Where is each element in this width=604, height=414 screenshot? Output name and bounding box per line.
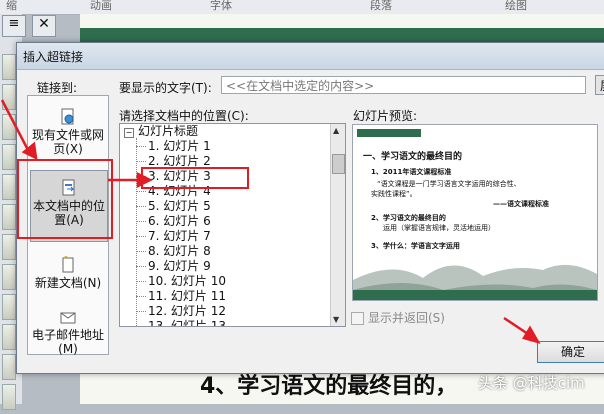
preview-line: 实践性课程”。 — [371, 190, 417, 198]
preview-line: 2、学习语文的最终目的 — [371, 214, 446, 222]
tree-item[interactable]: 8. 幻灯片 8 — [136, 244, 211, 259]
show-and-return-checkbox[interactable]: 显示并返回(S) — [351, 309, 445, 326]
place-in-document-label: 请选择文档中的位置(C): — [119, 109, 249, 123]
scroll-up-icon[interactable]: ▲ — [333, 126, 339, 135]
ribbon-fragment: 字体 — [210, 0, 232, 12]
slide-thumbnail[interactable] — [2, 234, 16, 260]
highlight-box-place — [17, 159, 113, 239]
preview-line: 1、2011年语文课程标准 — [371, 168, 452, 176]
tree-scrollbar[interactable]: ▲ ▼ — [330, 124, 345, 326]
collapse-icon[interactable]: − — [124, 128, 134, 138]
display-text-label: 要显示的文字(T): — [119, 81, 212, 95]
slide-thumbnail[interactable] — [2, 84, 16, 110]
ok-button[interactable]: 确定 — [537, 341, 604, 363]
scroll-down-icon[interactable]: ▼ — [333, 315, 339, 324]
tree-item[interactable]: 10. 幻灯片 10 — [136, 274, 226, 289]
mail-icon — [60, 312, 76, 324]
sidebar-item-existing-file[interactable]: 现有文件或网页(X) — [30, 108, 106, 156]
tree-item[interactable]: 6. 幻灯片 6 — [136, 214, 211, 229]
insert-hyperlink-dialog: 插入超链接 链接到: 现有文件或网页(X) 本文档中的位置(A) 新建文档(N)… — [16, 42, 604, 374]
preview-line: “语文课程是一门学习语言文字运用的综合性、 — [377, 180, 521, 188]
preview-line: 运用（掌握语言规律，灵活地运用） — [383, 224, 495, 232]
tree-root-label: 幻灯片标题 — [138, 124, 199, 138]
tree-root[interactable]: − 幻灯片标题 — [124, 124, 198, 139]
preview-title: 一、学习语文的最终目的 — [363, 152, 463, 162]
show-and-return-label: 显示并返回(S) — [368, 311, 445, 325]
tree-item[interactable]: 12. 幻灯片 12 — [136, 304, 226, 319]
preview-header-band — [357, 129, 421, 137]
tree-item[interactable]: 11. 幻灯片 11 — [136, 289, 226, 304]
scroll-thumb[interactable] — [332, 154, 345, 174]
slide-thumbnail[interactable] — [2, 114, 16, 140]
slide-thumbnail[interactable] — [2, 144, 16, 170]
ribbon-fragment: 段落 — [370, 0, 392, 12]
display-text-input[interactable]: <<在文档中选定的内容>> — [221, 76, 586, 94]
tree-item[interactable]: 9. 幻灯片 9 — [136, 259, 211, 274]
preview-line: ——语文课程标准 — [493, 200, 549, 208]
tree-item[interactable]: 7. 幻灯片 7 — [136, 229, 211, 244]
tree-item[interactable]: 13. 幻灯片 13 — [136, 319, 226, 326]
slide-thumbnail[interactable] — [2, 324, 16, 350]
slide-thumbnails — [2, 54, 16, 414]
globe-doc-icon — [61, 108, 74, 125]
watermark: 头条 @科技cim — [478, 374, 585, 392]
sidebar-item-email-address[interactable]: 电子邮件地址(M) — [30, 308, 106, 356]
slide-thumbnail[interactable] — [2, 174, 16, 200]
ribbon-fragment: 动画 — [90, 0, 112, 12]
checkbox-box[interactable] — [351, 312, 364, 325]
screentip-button[interactable]: 屏 — [595, 75, 604, 95]
slide-thumbnail[interactable] — [2, 54, 16, 80]
ribbon-fragment: 缩 — [6, 0, 17, 12]
sidebar-item-label: 现有文件或网页(X) — [31, 128, 104, 156]
link-to-label: 链接到: — [37, 81, 78, 95]
ribbon-strip: 缩 动画 字体 段落 绘图 — [0, 0, 604, 15]
sidebar-item-label: 新建文档(N) — [34, 276, 102, 290]
slide-preview: 一、学习语文的最终目的 1、2011年语文课程标准 “语文课程是一门学习语言文字… — [352, 124, 598, 301]
slide-thumbnail[interactable] — [2, 294, 16, 320]
slide-thumbnail[interactable] — [2, 384, 16, 410]
dialog-titlebar: 插入超链接 — [17, 43, 604, 70]
slide-thumbnail[interactable] — [2, 264, 16, 290]
ribbon-fragment: 绘图 — [505, 0, 527, 12]
close-icon[interactable]: ✕ — [32, 15, 56, 37]
highlight-box-slide3 — [141, 167, 249, 189]
slide-thumbnail[interactable] — [2, 354, 16, 380]
dialog-title: 插入超链接 — [23, 50, 84, 64]
sidebar-item-label: 电子邮件地址(M) — [31, 328, 104, 356]
slide-preview-label: 幻灯片预览: — [353, 109, 418, 123]
tree-item[interactable]: 5. 幻灯片 5 — [136, 199, 211, 214]
slide-thumbnail[interactable] — [2, 204, 16, 230]
sidebar-item-new-document[interactable]: 新建文档(N) — [30, 256, 106, 290]
tree-item[interactable]: 1. 幻灯片 1 — [136, 139, 211, 154]
preview-footer-band — [353, 290, 597, 300]
menu-icon[interactable]: ≡ — [2, 15, 26, 37]
new-doc-icon — [62, 256, 74, 273]
document-place-tree[interactable]: − 幻灯片标题 1. 幻灯片 1 2. 幻灯片 2 3. 幻灯片 3 4. 幻灯片… — [119, 123, 346, 327]
